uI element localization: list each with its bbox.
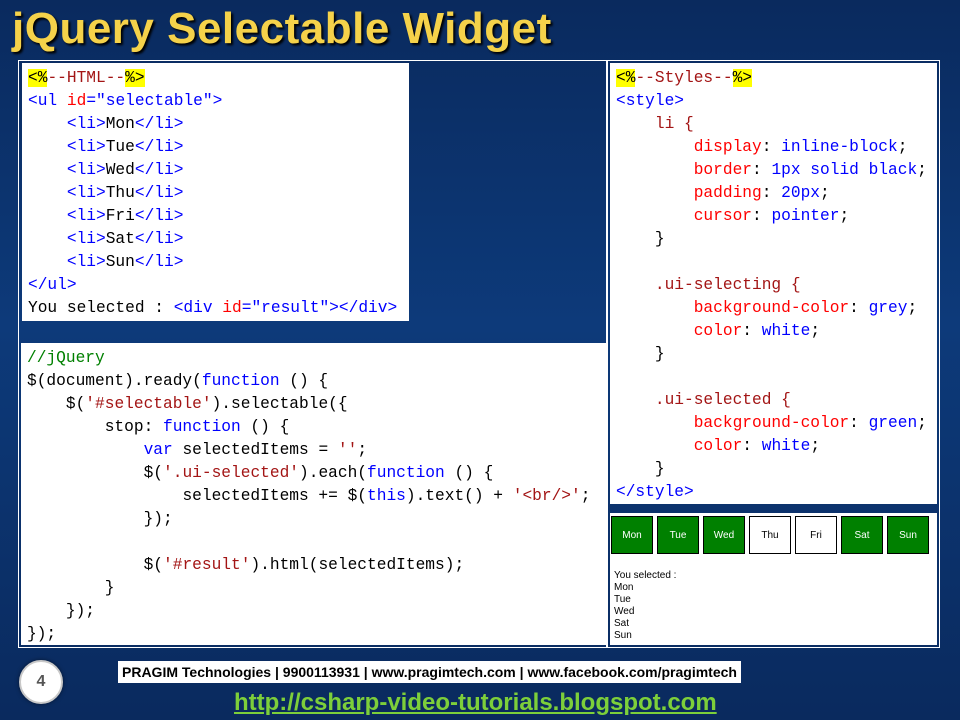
- li-close-tag: </li>: [134, 230, 184, 248]
- day-item-tue[interactable]: Tue: [657, 516, 699, 554]
- css-prop: padding: [693, 184, 762, 202]
- selecting-rules: background-color: grey; color: white;: [693, 299, 918, 340]
- result-item: Tue: [614, 594, 631, 605]
- page-number-badge: 4: [19, 660, 63, 704]
- li-text-mon: Mon: [105, 115, 135, 133]
- css-value: green: [868, 414, 918, 432]
- selectable-list: Mon Tue Wed Thu Fri Sat Sun: [611, 516, 929, 554]
- li-text-sun: Sun: [105, 253, 135, 271]
- li-open-tag: <li>: [66, 230, 106, 248]
- css-value: grey: [868, 299, 908, 317]
- day-item-mon[interactable]: Mon: [611, 516, 653, 554]
- result-output: You selected : Mon Tue Wed Sat Sun: [614, 570, 676, 642]
- result-items: Mon Tue Wed Sat Sun: [614, 582, 676, 642]
- result-item: Sun: [614, 630, 632, 641]
- styles-code-panel: <%--Styles--%> <style> li { display: inl…: [610, 63, 937, 504]
- li-close-tag: </li>: [134, 253, 184, 271]
- li-open-tag: <li>: [66, 115, 106, 133]
- li-text-wed: Wed: [105, 161, 135, 179]
- jquery-code-block: //jQuery $(document).ready(function () {…: [27, 349, 591, 643]
- css-value: 20px: [781, 184, 821, 202]
- li-close-tag: </li>: [134, 207, 184, 225]
- li-open-tag: <li>: [66, 184, 106, 202]
- day-item-sat[interactable]: Sat: [841, 516, 883, 554]
- li-close-tag: </li>: [134, 184, 184, 202]
- li-text-thu: Thu: [105, 184, 135, 202]
- day-item-sun[interactable]: Sun: [887, 516, 929, 554]
- day-item-wed[interactable]: Wed: [703, 516, 745, 554]
- css-value: 1px solid black: [771, 161, 918, 179]
- selected-rules: background-color: green; color: white;: [693, 414, 927, 455]
- li-close-tag: </li>: [134, 138, 184, 156]
- li-open-tag: <li>: [66, 253, 106, 271]
- css-prop: border: [693, 161, 753, 179]
- day-item-fri[interactable]: Fri: [795, 516, 837, 554]
- css-prop: background-color: [693, 414, 850, 432]
- css-value: white: [761, 322, 811, 340]
- jquery-code-panel: //jQuery $(document).ready(function () {…: [21, 343, 606, 645]
- result-item: Mon: [614, 582, 634, 593]
- styles-code-block: <%--Styles--%> <style> li { display: inl…: [616, 69, 927, 501]
- li-text-fri: Fri: [105, 207, 135, 225]
- css-value: pointer: [771, 207, 840, 225]
- html-code-panel: <%--HTML--%> <ul id="selectable"> <li>Mo…: [22, 63, 409, 321]
- css-value: inline-block: [781, 138, 898, 156]
- li-text-sat: Sat: [105, 230, 135, 248]
- li-rules: display: inline-block; border: 1px solid…: [693, 138, 927, 225]
- day-item-thu[interactable]: Thu: [749, 516, 791, 554]
- css-prop: color: [693, 437, 743, 455]
- li-close-tag: </li>: [134, 161, 184, 179]
- html-li-lines: <li>Mon</li> <li>Tue</li> <li>Wed</li> <…: [28, 115, 184, 271]
- li-open-tag: <li>: [66, 161, 106, 179]
- result-item: Sat: [614, 618, 630, 629]
- li-open-tag: <li>: [66, 138, 106, 156]
- css-prop: display: [693, 138, 762, 156]
- footer-contact: PRAGIM Technologies | 9900113931 | www.p…: [118, 661, 741, 683]
- li-open-tag: <li>: [66, 207, 106, 225]
- result-item: Wed: [614, 606, 635, 617]
- css-prop: color: [693, 322, 743, 340]
- li-close-tag: </li>: [134, 115, 184, 133]
- slide-title: jQuery Selectable Widget: [12, 4, 552, 53]
- blog-url-link[interactable]: http://csharp-video-tutorials.blogspot.c…: [234, 689, 717, 717]
- li-text-tue: Tue: [105, 138, 135, 156]
- css-prop: background-color: [693, 299, 850, 317]
- html-code-block: <%--HTML--%> <ul id="selectable"> <li>Mo…: [28, 69, 398, 317]
- css-prop: cursor: [693, 207, 753, 225]
- css-value: white: [761, 437, 811, 455]
- result-label: You selected :: [614, 570, 677, 581]
